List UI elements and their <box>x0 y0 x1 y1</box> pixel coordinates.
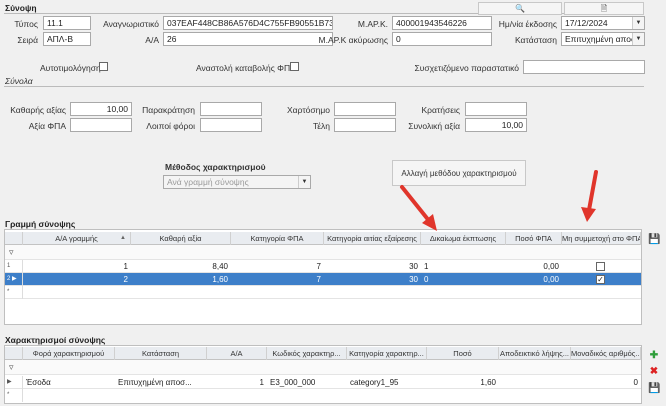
arrow-to-deduction <box>400 185 437 231</box>
arrow-to-nonparticipation <box>581 170 598 222</box>
annotation-arrows <box>400 170 598 231</box>
